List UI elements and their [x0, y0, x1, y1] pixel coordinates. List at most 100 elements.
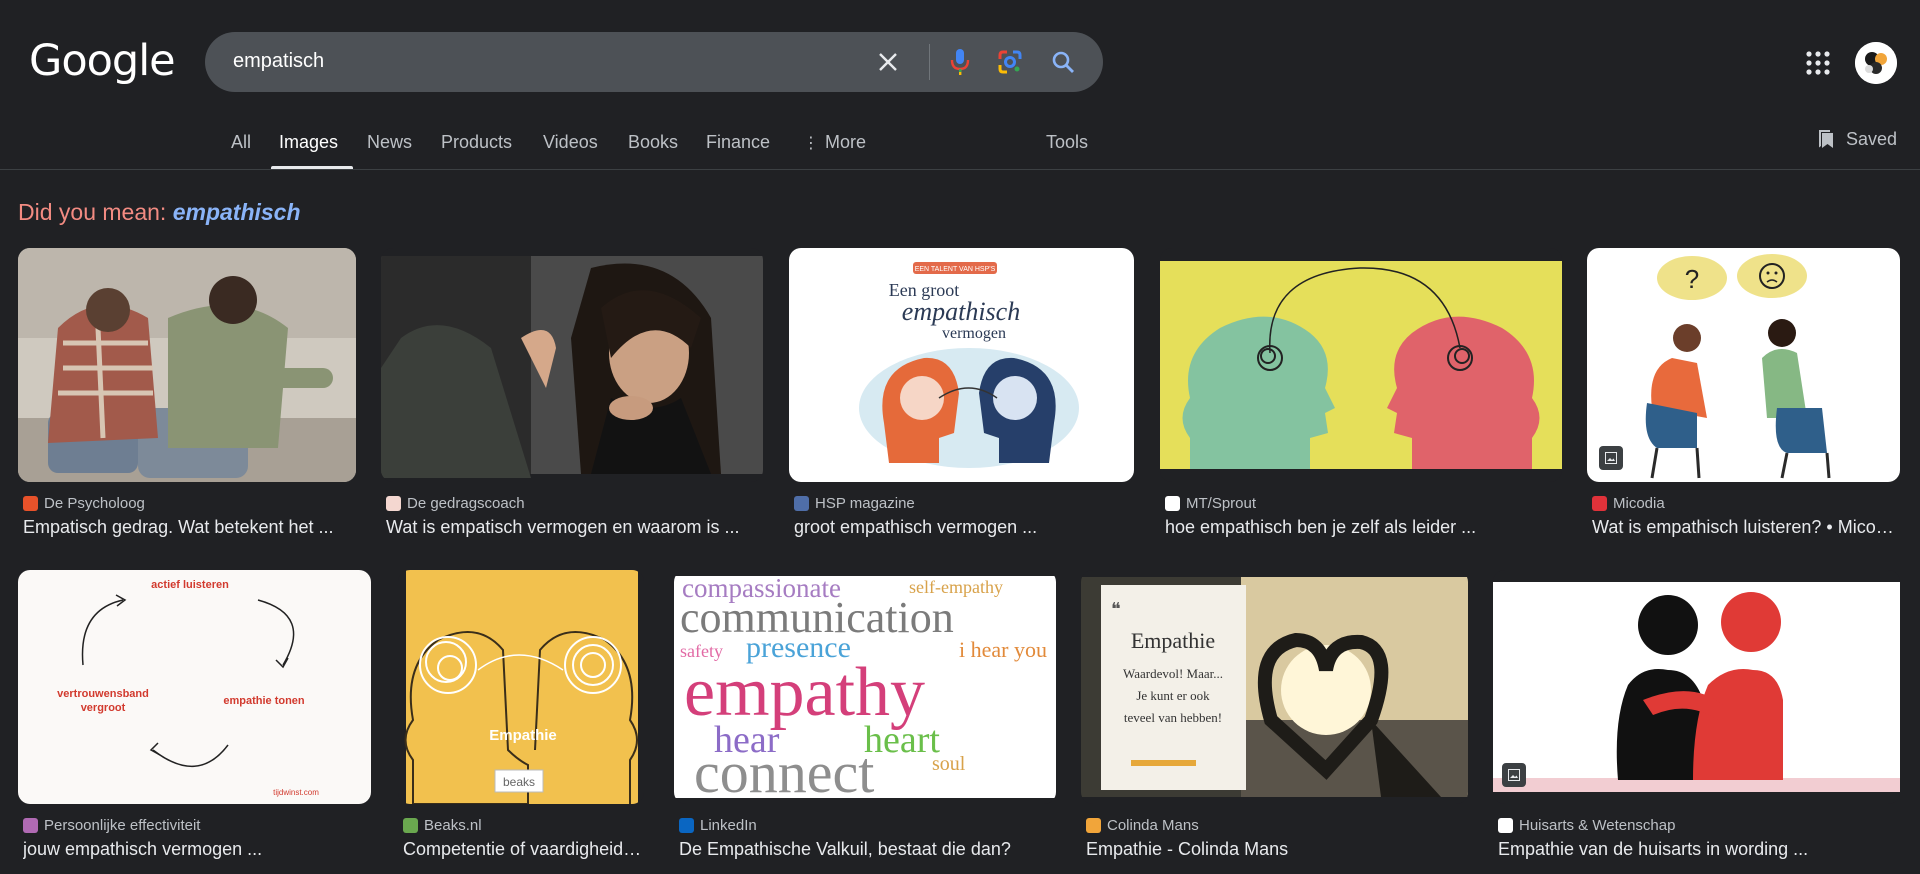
result-source[interactable]: Micodia [1592, 495, 1665, 512]
result-thumbnail[interactable] [18, 248, 356, 482]
result-thumbnail[interactable]: actief luisteren vertrouwensband vergroo… [18, 570, 371, 804]
beaks-image-logo: beaks [503, 775, 535, 789]
source-name: LinkedIn [700, 817, 757, 834]
colinda-image-line2: Je kunt er ook [1136, 688, 1210, 703]
search-divider [929, 44, 930, 80]
result-thumbnail[interactable]: Empathie beaks [398, 570, 644, 804]
svg-text:❝: ❝ [1111, 599, 1121, 619]
result-title[interactable]: Wat is empatisch vermogen en waarom is .… [386, 517, 761, 538]
tab-news[interactable]: News [367, 132, 412, 153]
source-name: De Psycholoog [44, 495, 145, 512]
tab-books[interactable]: Books [628, 132, 678, 153]
result-source[interactable]: HSP magazine [794, 495, 915, 512]
tab-more[interactable]: ⋮ More [803, 132, 866, 153]
search-tabs: All Images News Products Videos Books Fi… [0, 122, 1920, 170]
image-badge-icon [1599, 446, 1623, 470]
result-title[interactable]: groot empathisch vermogen ... [794, 517, 1134, 538]
result-thumbnail[interactable] [381, 248, 763, 482]
wc-heart: heart [864, 719, 940, 761]
source-name: Persoonlijke effectiviteit [44, 817, 201, 834]
colinda-image-title: Empathie [1131, 628, 1215, 653]
wc-soul: soul [932, 753, 966, 775]
tab-images[interactable]: Images [279, 132, 338, 153]
tab-products[interactable]: Products [441, 132, 512, 153]
wc-hear-you: i hear you [959, 637, 1047, 662]
source-favicon [1165, 496, 1180, 511]
did-you-mean-prefix: Did you mean: [18, 199, 167, 225]
search-bar[interactable]: empatisch [205, 32, 1103, 92]
result-source[interactable]: LinkedIn [679, 817, 757, 834]
source-name: Colinda Mans [1107, 817, 1199, 834]
colinda-image-line3: teveel van hebben! [1124, 710, 1222, 725]
source-favicon [794, 496, 809, 511]
result-title[interactable]: Empathie - Colinda Mans [1086, 839, 1466, 860]
tab-videos[interactable]: Videos [543, 132, 598, 153]
saved-button[interactable]: Saved [1817, 128, 1897, 150]
tab-all[interactable]: All [231, 132, 251, 153]
result-title[interactable]: hoe empathisch ben je zelf als leider ..… [1165, 517, 1563, 538]
result-source[interactable]: Persoonlijke effectiviteit [23, 817, 200, 834]
clear-icon[interactable] [873, 47, 903, 77]
micodia-question-mark: ? [1685, 264, 1699, 294]
search-input[interactable]: empatisch [233, 50, 324, 73]
account-avatar[interactable] [1855, 42, 1897, 84]
result-thumbnail[interactable]: ❝ Empathie Waardevol! Maar... Je kunt er… [1081, 570, 1468, 804]
tab-finance[interactable]: Finance [706, 132, 770, 153]
hsp-line2: empathisch [902, 297, 1020, 326]
cycle-right-text: empathie tonen [223, 695, 305, 707]
result-source[interactable]: De Psycholoog [23, 495, 145, 512]
tab-more-label: More [825, 132, 867, 152]
result-thumbnail[interactable] [1160, 248, 1562, 482]
saved-label: Saved [1846, 128, 1898, 149]
result-title[interactable]: Competentie of vaardigheid ... [403, 839, 643, 860]
result-source[interactable]: MT/Sprout [1165, 495, 1256, 512]
result-thumbnail[interactable]: ? [1587, 248, 1900, 482]
result-source[interactable]: De gedragscoach [386, 495, 525, 512]
result-thumbnail[interactable] [1493, 570, 1900, 804]
result-title[interactable]: Empatisch gedrag. Wat betekent het ... [23, 517, 359, 538]
search-icon[interactable] [1048, 47, 1078, 77]
more-vert-icon: ⋮ [803, 135, 819, 152]
result-thumbnail[interactable]: EEN TALENT VAN HSP'S Een groot empathisc… [789, 248, 1134, 482]
google-lens-icon[interactable] [995, 47, 1025, 77]
did-you-mean: Did you mean: empathisch [18, 199, 301, 226]
source-favicon [23, 496, 38, 511]
result-thumbnail[interactable]: compassionate self-empathy communication… [674, 570, 1056, 804]
hsp-line3: vermogen [942, 325, 1006, 342]
microphone-icon[interactable] [945, 47, 975, 77]
result-title[interactable]: jouw empathisch vermogen ... [23, 839, 371, 860]
source-favicon [1592, 496, 1607, 511]
beaks-image-word: Empathie [489, 727, 557, 744]
source-name: HSP magazine [815, 495, 915, 512]
source-name: Micodia [1613, 495, 1665, 512]
apps-grid-icon[interactable] [1803, 48, 1833, 78]
result-source[interactable]: Colinda Mans [1086, 817, 1199, 834]
header: Google empatisch All Images News Product… [0, 0, 1920, 170]
tools-button[interactable]: Tools [1046, 132, 1088, 153]
google-logo[interactable]: Google [29, 36, 176, 86]
source-favicon [403, 818, 418, 833]
spelling-suggestion-link[interactable]: empathisch [173, 199, 301, 225]
result-source[interactable]: Huisarts & Wetenschap [1498, 817, 1675, 834]
colinda-image-line1: Waardevol! Maar... [1123, 666, 1223, 681]
result-title[interactable]: De Empathische Valkuil, bestaat die dan? [679, 839, 1054, 860]
result-title[interactable]: Empathie van de huisarts in wording ... [1498, 839, 1898, 860]
result-title[interactable]: Wat is empathisch luisteren? • Micodia [1592, 517, 1897, 538]
wc-connect: connect [694, 740, 874, 804]
source-favicon [386, 496, 401, 511]
source-name: Huisarts & Wetenschap [1519, 817, 1676, 834]
source-name: MT/Sprout [1186, 495, 1257, 512]
result-source[interactable]: Beaks.nl [403, 817, 482, 834]
cycle-brand-text: tijdwinst.com [273, 788, 319, 797]
source-favicon [679, 818, 694, 833]
image-badge-icon [1502, 763, 1526, 787]
active-tab-indicator [271, 166, 353, 169]
source-name: Beaks.nl [424, 817, 482, 834]
source-name: De gedragscoach [407, 495, 525, 512]
source-favicon [1498, 818, 1513, 833]
cycle-top-text: actief luisteren [151, 579, 229, 591]
hsp-banner-text: EEN TALENT VAN HSP'S [915, 266, 996, 273]
source-favicon [1086, 818, 1101, 833]
cycle-left-text-1: vertrouwensband [57, 688, 149, 700]
source-favicon [23, 818, 38, 833]
